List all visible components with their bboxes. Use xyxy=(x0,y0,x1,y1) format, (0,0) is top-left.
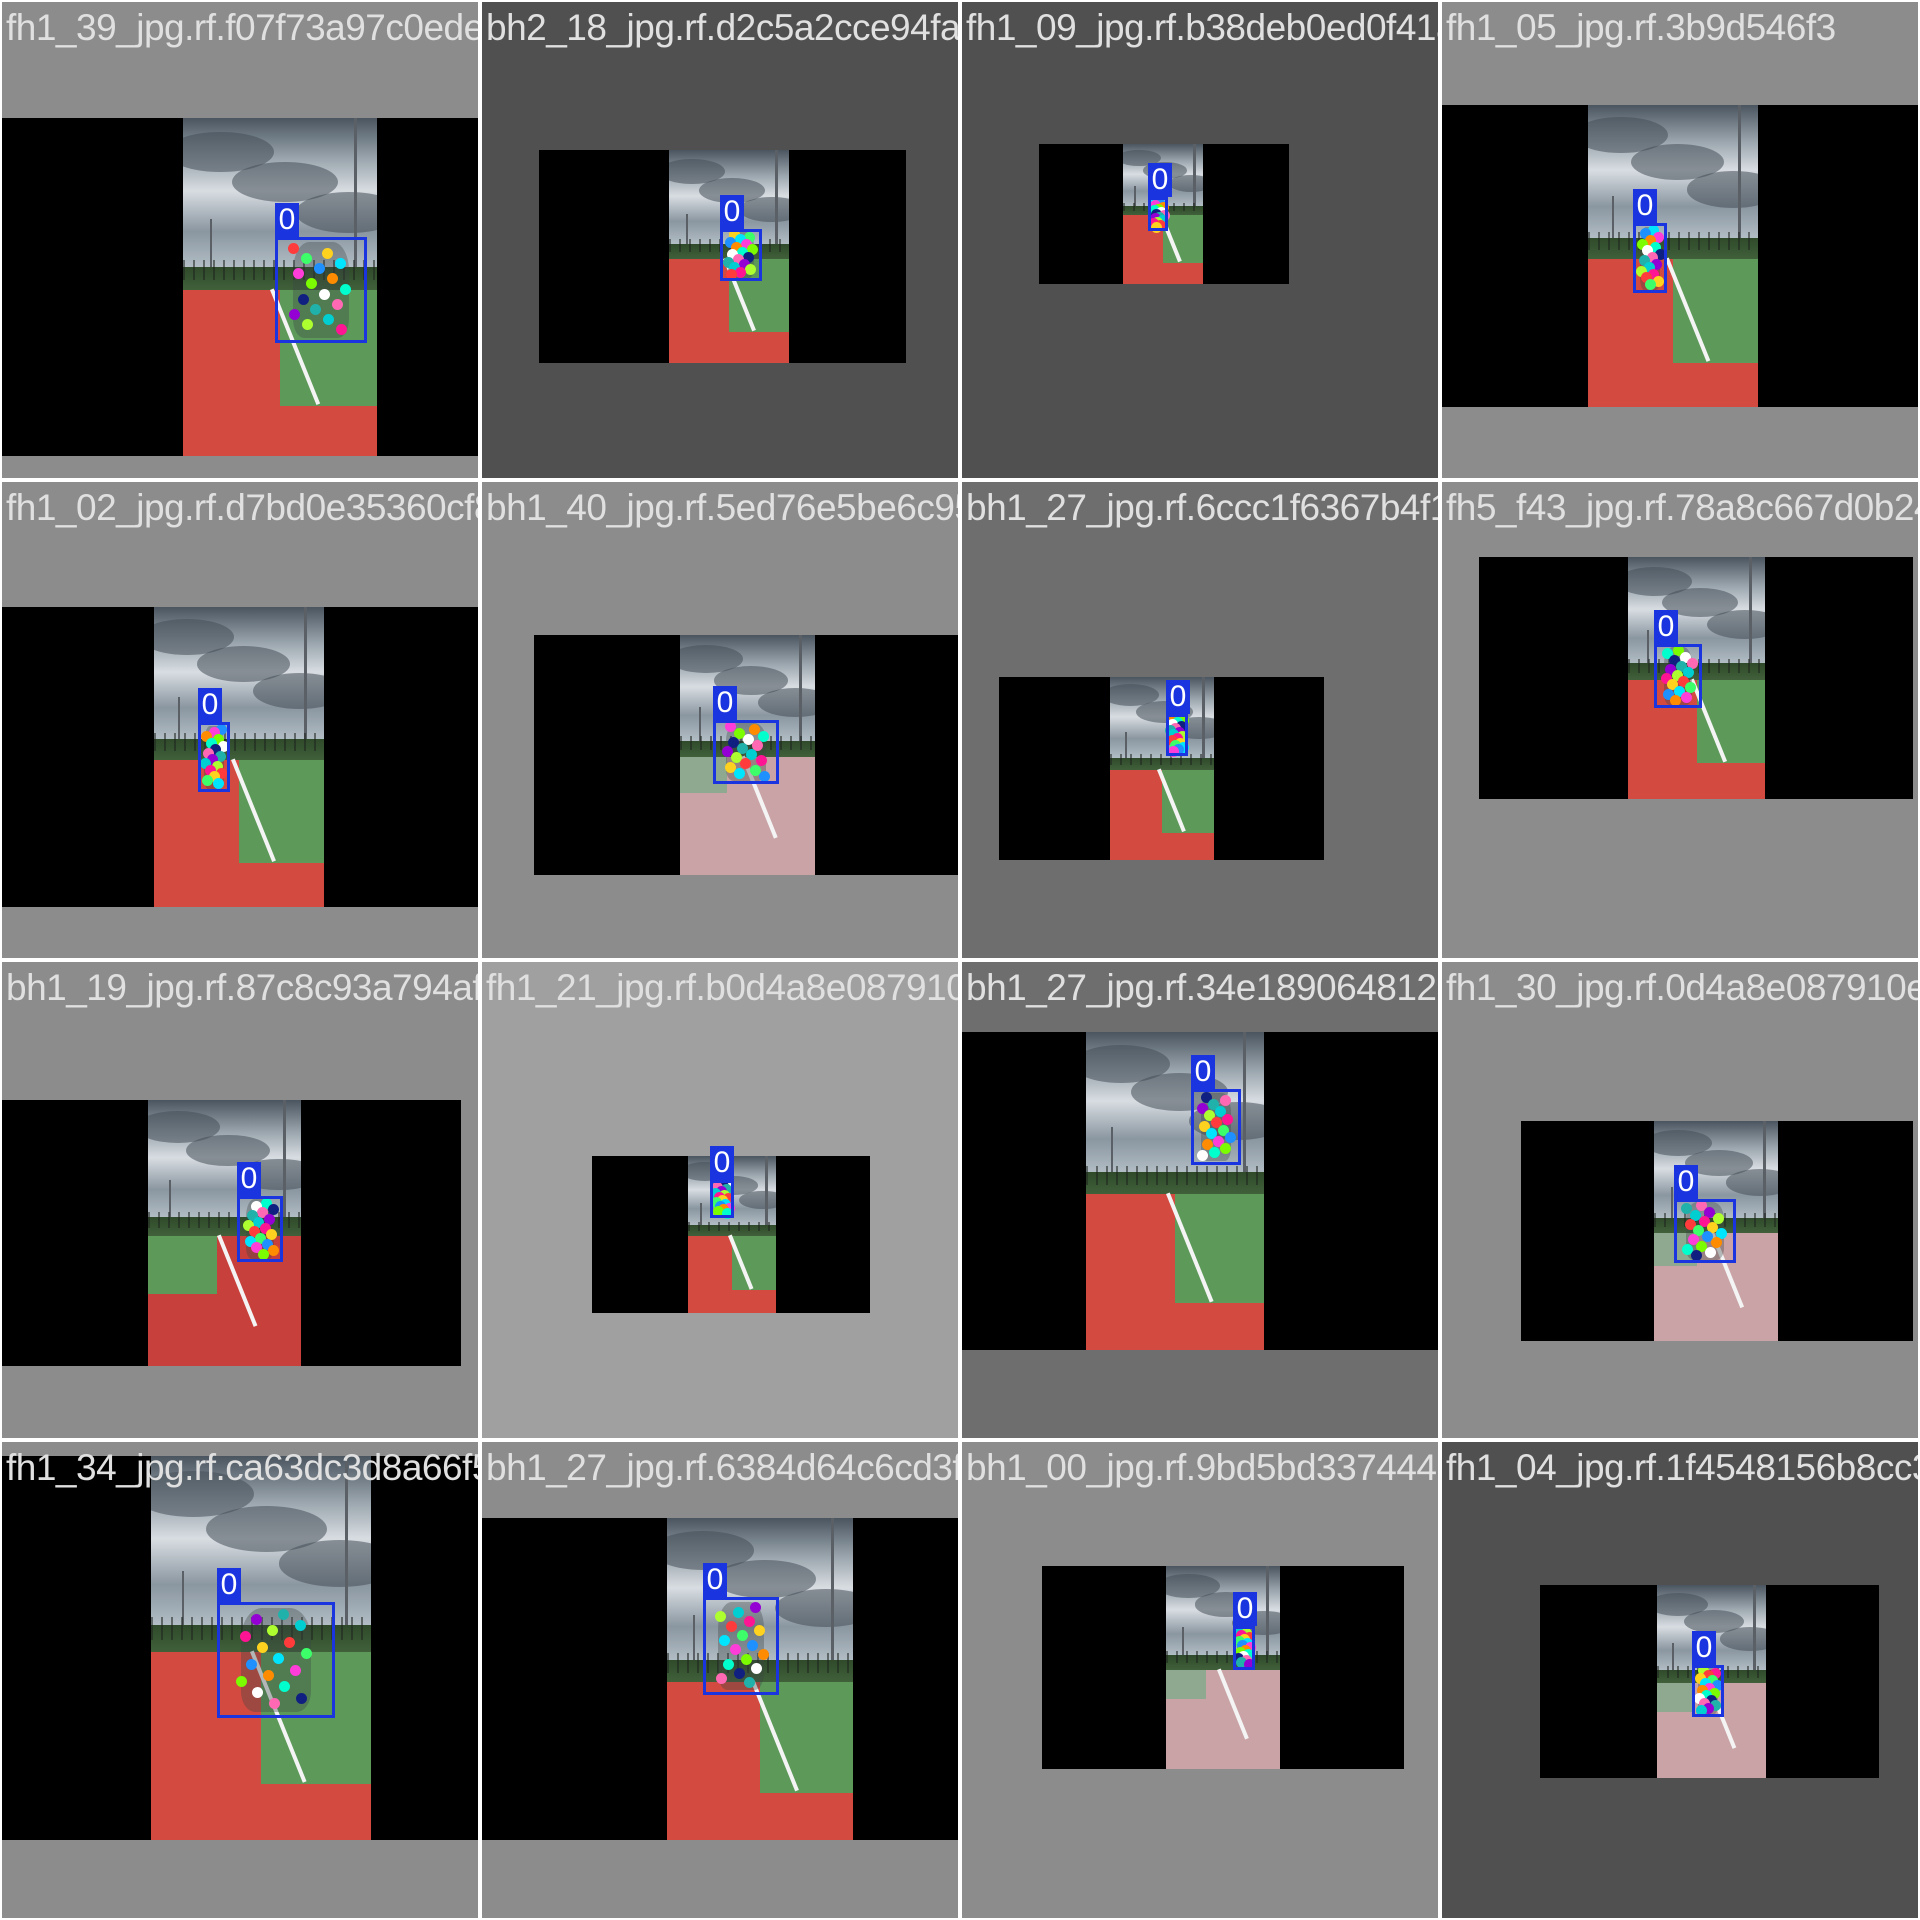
cloud xyxy=(1720,1627,1766,1651)
cloud xyxy=(1169,174,1203,192)
detection-bounding-box xyxy=(1233,1626,1255,1670)
detection-bounding-box xyxy=(275,237,367,343)
court-surface xyxy=(1166,1668,1280,1769)
detection-bounding-box xyxy=(713,720,779,784)
court-surface xyxy=(1086,1192,1264,1350)
cloud xyxy=(758,687,815,717)
mosaic-tile: 0 fh1_04_jpg.rf.1f4548156b8cc3 xyxy=(1442,1442,1918,1918)
mosaic-tile: 0 bh1_40_jpg.rf.5ed76e5be6c95fdff6179f22e… xyxy=(482,482,958,958)
mosaic-tile: 0 fh1_02_jpg.rf.d7bd0e35360cf8d74a5590f47 xyxy=(2,482,478,958)
image-filename-label: fh1_09_jpg.rf.b38deb0ed0f41a054e2963d xyxy=(966,7,1438,48)
court-surface xyxy=(688,1234,776,1313)
detection-class-label: 0 xyxy=(1191,1055,1215,1089)
image-filename-label: fh1_05_jpg.rf.3b9d546f3 xyxy=(1446,7,1836,48)
image-filename-label: fh1_02_jpg.rf.d7bd0e35360cf8d74a5590f47 xyxy=(6,487,478,528)
tennis-court-photo xyxy=(154,607,324,907)
detection-class-label: 0 xyxy=(198,688,222,722)
tennis-court-photo xyxy=(1588,105,1758,407)
detection-class-label: 0 xyxy=(275,203,299,237)
image-filename-label: bh1_27_jpg.rf.6ccc1f6367b4f1b5c48a5 xyxy=(966,487,1438,528)
mosaic-tile: 0 fh1_30_jpg.rf.0d4a8e087910e738561c274 xyxy=(1442,962,1918,1438)
chain-link-fence xyxy=(1588,231,1758,250)
mosaic-tile: 0 fh1_05_jpg.rf.3b9d546f3 xyxy=(1442,2,1918,478)
chain-link-fence xyxy=(1110,753,1214,765)
mosaic-tile: 0 fh1_21_jpg.rf.b0d4a8e087910e738561c xyxy=(482,962,958,1438)
image-filename-label: bh2_18_jpg.rf.d2c5a2cce94fab029eab4ffa8f xyxy=(486,7,958,48)
tennis-court-photo xyxy=(1166,1566,1280,1769)
detection-class-label: 0 xyxy=(1166,680,1190,714)
tennis-court-photo xyxy=(1110,677,1214,860)
detection-bounding-box xyxy=(703,1597,779,1695)
chain-link-fence xyxy=(154,733,324,751)
court-surface xyxy=(667,1680,853,1840)
mosaic-tile: 0 bh1_27_jpg.rf.6ccc1f6367b4f1b5c48a5 xyxy=(962,482,1438,958)
mosaic-tile: 0 bh1_27_jpg.rf.6384d64c6cd3fb180d0809 xyxy=(482,1442,958,1918)
image-filename-label: fh1_21_jpg.rf.b0d4a8e087910e738561c xyxy=(486,967,958,1008)
court-green-area xyxy=(1166,1669,1206,1700)
detection-class-label: 0 xyxy=(1148,163,1172,197)
detection-class-label: 0 xyxy=(1674,1165,1698,1199)
court-green-area xyxy=(148,1235,217,1295)
detection-bounding-box xyxy=(1692,1665,1724,1717)
image-filename-label: bh1_00_jpg.rf.9bd5bd337444954de44 xyxy=(966,1447,1438,1488)
detection-class-label: 0 xyxy=(1233,1592,1257,1626)
detection-bounding-box xyxy=(1166,714,1188,756)
mosaic-tile: 0 bh1_27_jpg.rf.34e1890648123 xyxy=(962,962,1438,1438)
chain-link-fence xyxy=(1166,1651,1280,1664)
image-filename-label: fh1_30_jpg.rf.0d4a8e087910e738561c274 xyxy=(1446,967,1918,1008)
image-filename-label: bh1_27_jpg.rf.34e1890648123 xyxy=(966,967,1438,1008)
court-line xyxy=(1217,1668,1249,1739)
detection-class-label: 0 xyxy=(1654,610,1678,644)
detection-class-label: 0 xyxy=(710,1146,734,1180)
detection-class-label: 0 xyxy=(713,686,737,720)
detection-bounding-box xyxy=(710,1180,734,1218)
mosaic-tile: 0 fh1_09_jpg.rf.b38deb0ed0f41a054e2963d xyxy=(962,2,1438,478)
chain-link-fence xyxy=(1086,1165,1264,1185)
chain-link-fence xyxy=(688,1221,776,1232)
mosaic-tile: 0 bh1_00_jpg.rf.9bd5bd337444954de44 xyxy=(962,1442,1438,1918)
image-filename-label: fh1_04_jpg.rf.1f4548156b8cc3 xyxy=(1446,1447,1918,1488)
detection-bounding-box xyxy=(237,1196,283,1262)
court-surface xyxy=(1588,257,1758,407)
detection-class-label: 0 xyxy=(1633,189,1657,223)
mosaic-grid: 0 fh1_39_jpg.rf.f07f73a97c0ede2b2426341b5… xyxy=(0,0,1920,1920)
tennis-court-photo xyxy=(1086,1032,1264,1350)
mosaic-tile: 0 fh5_f43_jpg.rf.78a8c667d0b24 xyxy=(1442,482,1918,958)
detection-class-label: 0 xyxy=(703,1563,727,1597)
detection-bounding-box xyxy=(720,229,762,281)
detection-class-label: 0 xyxy=(237,1162,261,1196)
image-filename-label: bh1_19_jpg.rf.87c8c93a794af2142a74196f0d… xyxy=(6,967,478,1008)
mosaic-tile: 0 fh1_39_jpg.rf.f07f73a97c0ede2b2426341b5 xyxy=(2,2,478,478)
detection-bounding-box xyxy=(217,1602,335,1718)
mosaic-tile: 0 fh1_34_jpg.rf.ca63dc3d8a66f5f0924a9fcf2… xyxy=(2,1442,478,1918)
image-filename-label: fh5_f43_jpg.rf.78a8c667d0b24 xyxy=(1446,487,1918,528)
detection-bounding-box xyxy=(198,722,230,792)
image-filename-label: bh1_40_jpg.rf.5ed76e5be6c95fdff6179f22ef xyxy=(486,487,958,528)
detection-bounding-box xyxy=(1191,1089,1241,1165)
detection-class-label: 0 xyxy=(217,1568,241,1602)
detection-bounding-box xyxy=(1633,223,1667,293)
detection-bounding-box xyxy=(1674,1199,1736,1263)
detection-bounding-box xyxy=(1148,197,1168,231)
detection-class-label: 0 xyxy=(1692,1631,1716,1665)
detection-class-label: 0 xyxy=(720,195,744,229)
image-filename-label: fh1_34_jpg.rf.ca63dc3d8a66f5f0924a9fcf2a… xyxy=(6,1447,478,1488)
mosaic-tile: 0 bh1_19_jpg.rf.87c8c93a794af2142a74196f0… xyxy=(2,962,478,1438)
image-filename-label: fh1_39_jpg.rf.f07f73a97c0ede2b2426341b5 xyxy=(6,7,478,48)
court-surface xyxy=(154,758,324,907)
mosaic-tile: 0 bh2_18_jpg.rf.d2c5a2cce94fab029eab4ffa8… xyxy=(482,2,958,478)
image-filename-label: bh1_27_jpg.rf.6384d64c6cd3fb180d0809 xyxy=(486,1447,958,1488)
detection-bounding-box xyxy=(1654,644,1702,708)
court-surface xyxy=(1110,768,1214,860)
court-green-area xyxy=(1657,1683,1696,1712)
